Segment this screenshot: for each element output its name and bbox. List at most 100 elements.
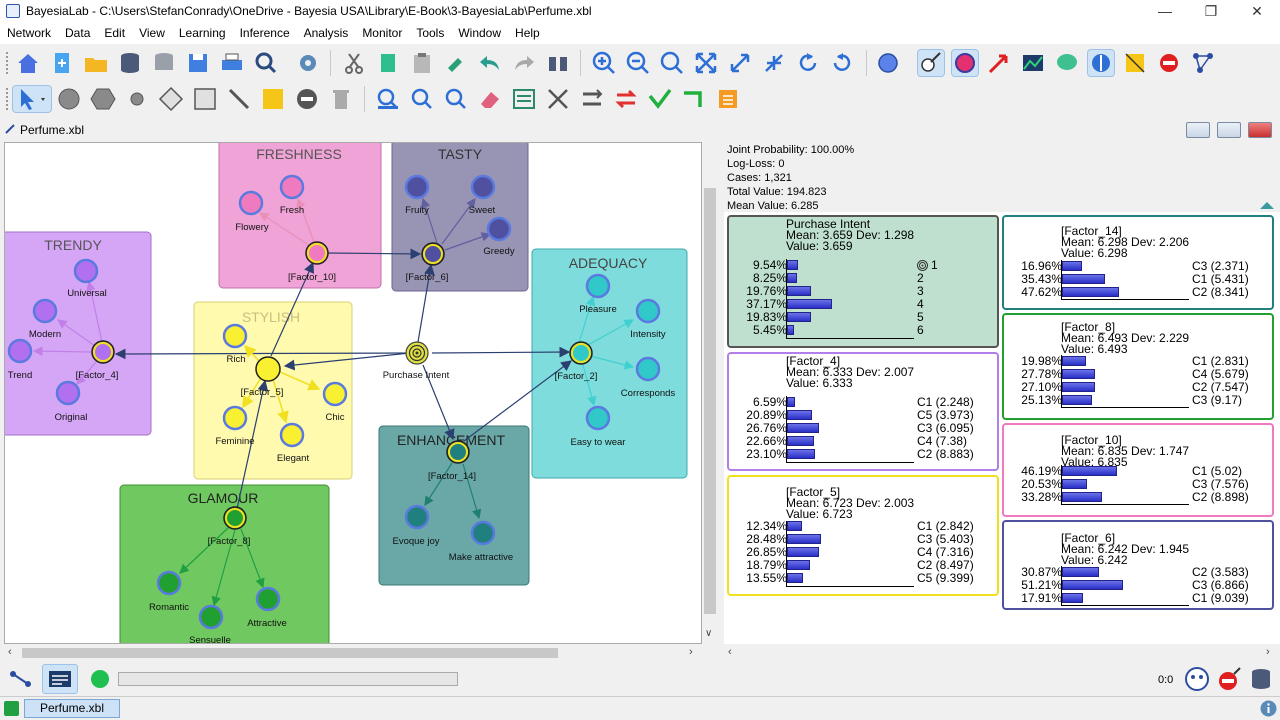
- chart-monitor-icon[interactable]: [1020, 50, 1046, 76]
- collapse-up-icon[interactable]: [1259, 200, 1275, 210]
- arc-tool-icon[interactable]: [226, 86, 252, 112]
- paste-icon[interactable]: [409, 50, 435, 76]
- eraser-icon[interactable]: [477, 86, 503, 112]
- zoom-icon[interactable]: [659, 50, 685, 76]
- print-icon[interactable]: [219, 50, 245, 76]
- menu-view[interactable]: View: [132, 24, 172, 40]
- toolbar-grip[interactable]: [6, 52, 10, 74]
- no-entry-icon[interactable]: [1216, 666, 1242, 692]
- chevron-down-icon[interactable]: ∨: [705, 628, 712, 639]
- modeling-mode-icon[interactable]: [8, 668, 34, 690]
- list-check-icon[interactable]: [511, 86, 537, 112]
- document-restore-icon[interactable]: [1217, 122, 1241, 138]
- menu-analysis[interactable]: Analysis: [297, 24, 356, 40]
- circle-node-icon[interactable]: [56, 86, 82, 112]
- taskbar-tab-perfume[interactable]: Perfume.xbl: [24, 699, 120, 718]
- toolbar-grip[interactable]: [6, 88, 10, 110]
- arc-icon[interactable]: [986, 50, 1012, 76]
- target-node-icon[interactable]: [951, 49, 979, 77]
- scroll-thumb[interactable]: [22, 648, 558, 658]
- validation-mode-button[interactable]: [42, 664, 78, 694]
- menu-network[interactable]: Network: [0, 24, 58, 40]
- no-arc-icon[interactable]: [1156, 50, 1182, 76]
- trash-icon[interactable]: [328, 86, 354, 112]
- node-info-icon[interactable]: [917, 49, 945, 77]
- node-style-icon[interactable]: [876, 50, 902, 76]
- hexagon-node-icon[interactable]: [90, 86, 116, 112]
- info-icon[interactable]: [1260, 700, 1277, 717]
- rotate-right-icon[interactable]: [829, 50, 855, 76]
- zoom-in-icon[interactable]: [591, 50, 617, 76]
- select-pointer-icon[interactable]: [12, 85, 52, 113]
- close-icon[interactable]: ✕: [1234, 0, 1280, 24]
- add-note-icon[interactable]: [715, 86, 741, 112]
- monitor-factor-10[interactable]: [Factor_10] Mean: 6.835 Dev: 1.747 Value…: [1002, 423, 1274, 517]
- home-icon[interactable]: [15, 50, 41, 76]
- monitor-factor-6[interactable]: [Factor_6] Mean: 6.242 Dev: 1.945 Value:…: [1002, 520, 1274, 610]
- menu-edit[interactable]: Edit: [97, 24, 132, 40]
- zoom-out-icon[interactable]: [625, 50, 651, 76]
- database-link-icon[interactable]: [151, 50, 177, 76]
- menu-tools[interactable]: Tools: [409, 24, 451, 40]
- graph-horizontal-scrollbar[interactable]: ‹ ›: [4, 644, 702, 662]
- expand-icon[interactable]: [727, 50, 753, 76]
- cluster-glamour[interactable]: GLAMOUR: [119, 484, 330, 644]
- node-rich[interactable]: Rich: [222, 323, 248, 365]
- minimize-icon[interactable]: —: [1142, 0, 1188, 24]
- cluster-tasty[interactable]: TASTY: [391, 143, 529, 292]
- new-network-icon[interactable]: [49, 50, 75, 76]
- scroll-thumb[interactable]: [704, 188, 716, 614]
- rotate-left-icon[interactable]: [795, 50, 821, 76]
- restore-icon[interactable]: ❐: [1188, 0, 1234, 24]
- zoom-select-icon[interactable]: [443, 86, 469, 112]
- document-minimize-icon[interactable]: [1186, 122, 1210, 138]
- menu-inference[interactable]: Inference: [233, 24, 297, 40]
- menu-monitor[interactable]: Monitor: [355, 24, 409, 40]
- search-zoom-icon[interactable]: [253, 50, 279, 76]
- redo-icon[interactable]: [511, 50, 537, 76]
- database-icon[interactable]: [117, 50, 143, 76]
- note-icon[interactable]: [1122, 50, 1148, 76]
- sticky-note-icon[interactable]: [260, 86, 286, 112]
- swap-arcs-icon[interactable]: [613, 86, 639, 112]
- monitor-purchase-intent[interactable]: Purchase Intent Mean: 3.659 Dev: 1.298 V…: [727, 215, 999, 348]
- open-folder-icon[interactable]: [83, 50, 109, 76]
- undo-icon[interactable]: [477, 50, 503, 76]
- arrange-icon[interactable]: [579, 86, 605, 112]
- database-status-icon[interactable]: [1248, 666, 1274, 692]
- copy-icon[interactable]: [375, 50, 401, 76]
- fix-arc-icon[interactable]: [681, 86, 707, 112]
- monitor-factor-4[interactable]: [Factor_4] Mean: 6.333 Dev: 2.007 Value:…: [727, 352, 999, 471]
- monitor-factor-8[interactable]: [Factor_8] Mean: 6.493 Dev: 2.229 Value:…: [1002, 313, 1274, 420]
- graph-vertical-scrollbar[interactable]: ∨: [702, 142, 718, 644]
- zoom-graph-out-icon[interactable]: [409, 86, 435, 112]
- node-purchase-intent[interactable]: Purchase Intent: [383, 341, 450, 381]
- compass-icon[interactable]: [1087, 49, 1115, 77]
- face-icon[interactable]: [1184, 666, 1210, 692]
- square-node-icon[interactable]: [192, 86, 218, 112]
- comment-icon[interactable]: [1054, 50, 1080, 76]
- diamond-node-icon[interactable]: [158, 86, 184, 112]
- binoculars-icon[interactable]: [545, 50, 571, 76]
- contract-icon[interactable]: [761, 50, 787, 76]
- node-chic[interactable]: Chic: [322, 381, 348, 423]
- menu-help[interactable]: Help: [508, 24, 547, 40]
- settings-gear-icon[interactable]: [295, 50, 321, 76]
- small-node-icon[interactable]: [124, 86, 150, 112]
- network-graph-panel[interactable]: FRESHNESS TASTY TRENDY STYLISH ADEQUACY …: [4, 142, 702, 644]
- menu-window[interactable]: Window: [451, 24, 508, 40]
- chevron-right-icon[interactable]: ›: [689, 646, 693, 658]
- remove-icon[interactable]: [294, 86, 320, 112]
- monitor-factor-14[interactable]: [Factor_14] Mean: 6.298 Dev: 2.206 Value…: [1002, 215, 1274, 310]
- validate-icon[interactable]: [647, 86, 673, 112]
- menu-learning[interactable]: Learning: [172, 24, 233, 40]
- chevron-right-icon[interactable]: ›: [1266, 646, 1270, 658]
- chevron-left-icon[interactable]: ‹: [728, 646, 732, 658]
- fit-window-icon[interactable]: [693, 50, 719, 76]
- save-icon[interactable]: [185, 50, 211, 76]
- cut-arc-icon[interactable]: [545, 86, 571, 112]
- cut-icon[interactable]: [341, 50, 367, 76]
- chevron-left-icon[interactable]: ‹: [8, 646, 12, 658]
- network-layout-icon[interactable]: [1190, 50, 1216, 76]
- monitor-factor-5[interactable]: [Factor_5] Mean: 6.723 Dev: 2.003 Value:…: [727, 475, 999, 596]
